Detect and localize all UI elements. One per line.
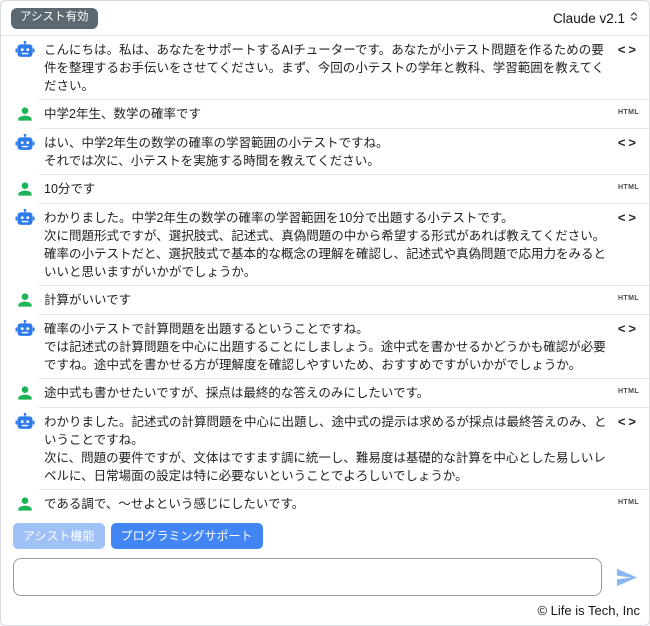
person-icon — [15, 383, 35, 403]
chat-message-ai: 確率の小テストで計算問題を出題するということですね。 では記述式の計算問題を中心… — [1, 315, 649, 378]
message-text: 計算がいいです — [44, 291, 607, 309]
copyright-text: © Life is Tech, Inc — [537, 603, 640, 618]
message-text: わかりました。中学2年生の数学の確率の学習範囲を10分で出題する小テストです。 … — [44, 209, 607, 281]
html-badge[interactable]: HTML — [607, 180, 639, 191]
message-text: 中学2年生、数学の確率です — [44, 105, 607, 123]
assist-feature-button[interactable]: アシスト機能 — [13, 523, 105, 549]
send-button[interactable] — [611, 563, 641, 592]
person-icon — [15, 104, 35, 124]
chat-message-user: 計算がいいです HTML — [1, 286, 649, 314]
assist-status-badge: アシスト有効 — [11, 8, 98, 29]
message-text: わかりました。記述式の計算問題を中心に出題し、途中式の提示は求めるが採点は最終答… — [44, 413, 607, 485]
message-text: である調で、〜せよという感じにしたいです。 — [44, 495, 607, 513]
person-icon — [15, 179, 35, 199]
chat-message-user: である調で、〜せよという感じにしたいです。 HTML — [1, 490, 649, 515]
chat-message-ai: こんにちは。私は、あなたをサポートするAIチューターです。あなたが小テスト問題を… — [1, 36, 649, 99]
message-text: 確率の小テストで計算問題を出題するということですね。 では記述式の計算問題を中心… — [44, 320, 607, 374]
view-code-button[interactable]: <> — [607, 41, 639, 57]
header-bar: アシスト有効 Claude v2.1 — [1, 1, 649, 36]
chat-message-ai: わかりました。記述式の計算問題を中心に出題し、途中式の提示は求めるが採点は最終答… — [1, 408, 649, 489]
chat-app-window: アシスト有効 Claude v2.1 こんにちは。私は、あなたをサポートするAI… — [0, 0, 650, 626]
message-input[interactable] — [13, 558, 602, 596]
model-selector-dropdown[interactable]: Claude v2.1 — [553, 10, 639, 26]
robot-icon — [15, 40, 35, 60]
footer-bar: © Life is Tech, Inc — [1, 598, 649, 625]
view-code-button[interactable]: <> — [607, 209, 639, 225]
chat-message-list: こんにちは。私は、あなたをサポートするAIチューターです。あなたが小テスト問題を… — [1, 36, 649, 515]
person-icon — [15, 290, 35, 310]
robot-icon — [15, 412, 35, 432]
chat-message-user: 途中式も書かせたいですが、採点は最終的な答えのみにしたいです。 HTML — [1, 379, 649, 407]
programming-support-button[interactable]: プログラミングサポート — [111, 523, 263, 549]
chat-message-user: 10分です HTML — [1, 175, 649, 203]
chat-message-user: 中学2年生、数学の確率です HTML — [1, 100, 649, 128]
view-code-button[interactable]: <> — [607, 320, 639, 336]
message-text: 途中式も書かせたいですが、採点は最終的な答えのみにしたいです。 — [44, 384, 607, 402]
html-badge[interactable]: HTML — [607, 291, 639, 302]
html-badge[interactable]: HTML — [607, 384, 639, 395]
send-icon — [615, 577, 638, 592]
message-composer — [1, 553, 649, 598]
html-badge[interactable]: HTML — [607, 105, 639, 116]
quick-buttons-bar: アシスト機能 プログラミングサポート — [1, 515, 649, 553]
chat-message-ai: はい、中学2年生の数学の確率の学習範囲の小テストですね。 それでは次に、小テスト… — [1, 129, 649, 174]
chevron-up-down-icon — [629, 10, 639, 26]
html-badge[interactable]: HTML — [607, 495, 639, 506]
person-icon — [15, 494, 35, 514]
robot-icon — [15, 133, 35, 153]
view-code-button[interactable]: <> — [607, 413, 639, 429]
robot-icon — [15, 208, 35, 228]
view-code-button[interactable]: <> — [607, 134, 639, 150]
robot-icon — [15, 319, 35, 339]
message-text: 10分です — [44, 180, 607, 198]
message-text: こんにちは。私は、あなたをサポートするAIチューターです。あなたが小テスト問題を… — [44, 41, 607, 95]
model-selector-label: Claude v2.1 — [553, 11, 625, 26]
chat-message-ai: わかりました。中学2年生の数学の確率の学習範囲を10分で出題する小テストです。 … — [1, 204, 649, 285]
message-text: はい、中学2年生の数学の確率の学習範囲の小テストですね。 それでは次に、小テスト… — [44, 134, 607, 170]
